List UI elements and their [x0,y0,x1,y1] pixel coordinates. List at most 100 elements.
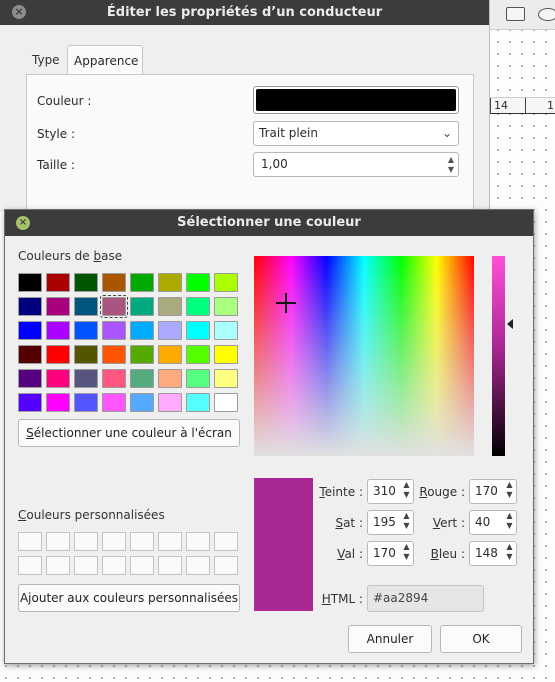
basic-color-swatch[interactable] [102,273,126,292]
style-select[interactable]: Trait plein ⌄ [253,121,459,146]
basic-color-swatch[interactable] [74,297,98,316]
spin-arrows-icon[interactable]: ▲ ▼ [400,542,413,565]
luminance-slider[interactable] [492,256,505,456]
basic-color-swatch[interactable] [158,393,182,412]
tab-type[interactable]: Type [26,45,66,75]
basic-color-swatch[interactable] [46,321,70,340]
basic-color-swatch[interactable] [46,369,70,388]
basic-color-swatch[interactable] [214,369,238,388]
basic-color-swatch[interactable] [130,273,154,292]
basic-color-swatch[interactable] [18,297,42,316]
ellipse-tool-icon[interactable] [538,8,555,21]
tab-appearance[interactable]: Apparence [67,45,143,75]
spin-arrows-icon[interactable]: ▲ ▼ [400,511,413,534]
basic-color-swatch[interactable] [158,273,182,292]
decrement-arrow-icon[interactable]: ▼ [448,166,454,174]
custom-color-swatch[interactable] [102,556,126,575]
blue-spinbox[interactable]: 148 ▲ ▼ [469,541,517,566]
saturation-spinbox[interactable]: 195 ▲ ▼ [367,510,414,535]
html-color-input[interactable]: #aa2894 [367,585,484,612]
custom-color-swatch[interactable] [102,532,126,551]
basic-color-swatch[interactable] [186,321,210,340]
ok-button[interactable]: OK [440,625,522,653]
custom-color-swatch[interactable] [74,532,98,551]
custom-color-swatch[interactable] [186,532,210,551]
basic-color-swatch[interactable] [130,369,154,388]
spin-arrows-icon[interactable]: ▲ ▼ [503,480,516,503]
basic-color-swatch[interactable] [186,393,210,412]
basic-color-swatch[interactable] [130,393,154,412]
custom-color-swatch[interactable] [186,556,210,575]
basic-color-swatch[interactable] [214,297,238,316]
custom-color-swatch[interactable] [46,532,70,551]
basic-color-swatch[interactable] [158,297,182,316]
custom-color-swatch[interactable] [158,532,182,551]
pick-screen-color-button[interactable]: Sélectionner une couleur à l'écran [18,419,240,447]
basic-color-swatch[interactable] [214,393,238,412]
close-icon[interactable]: × [16,216,30,230]
size-spinbox[interactable]: 1,00 ▲ ▼ [253,152,459,177]
increment-arrow-icon[interactable]: ▲ [448,156,454,164]
add-custom-color-button[interactable]: Ajouter aux couleurs personnalisées [18,584,240,612]
basic-color-swatch[interactable] [130,297,154,316]
custom-color-swatch[interactable] [158,556,182,575]
basic-color-swatch[interactable] [158,321,182,340]
basic-color-swatch[interactable] [158,369,182,388]
basic-color-swatch[interactable] [158,345,182,364]
custom-color-swatch[interactable] [214,556,238,575]
basic-color-swatch[interactable] [130,345,154,364]
value-spinbox[interactable]: 170 ▲ ▼ [367,541,414,566]
basic-color-swatch[interactable] [18,273,42,292]
ruler: 14 1 [490,97,555,114]
basic-color-swatch[interactable] [186,345,210,364]
basic-color-swatch[interactable] [74,273,98,292]
custom-color-swatch[interactable] [130,532,154,551]
basic-color-swatch[interactable] [46,297,70,316]
basic-color-swatch[interactable] [186,369,210,388]
custom-color-swatch[interactable] [18,556,42,575]
color-label: Couleur : [37,94,92,108]
green-spinbox[interactable]: 40 ▲ ▼ [469,510,517,535]
custom-color-swatch[interactable] [130,556,154,575]
cancel-button[interactable]: Annuler [348,625,432,653]
custom-color-swatch[interactable] [214,532,238,551]
basic-color-swatch[interactable] [18,393,42,412]
basic-color-swatch[interactable] [18,321,42,340]
hue-spinbox[interactable]: 310 ▲ ▼ [367,479,414,504]
basic-color-swatch[interactable] [102,345,126,364]
basic-color-swatch[interactable] [102,321,126,340]
basic-color-swatch[interactable] [186,273,210,292]
basic-color-swatch[interactable] [74,369,98,388]
basic-color-swatch[interactable] [102,393,126,412]
basic-color-swatch[interactable] [102,369,126,388]
basic-color-swatch[interactable] [214,345,238,364]
basic-color-swatch[interactable] [46,345,70,364]
dialog-title: Éditer les propriétés d’un conducteur [106,5,383,20]
basic-color-swatch[interactable] [100,295,128,318]
appearance-panel: Couleur : Style : Trait plein ⌄ Taille :… [26,74,474,214]
basic-color-swatch[interactable] [74,345,98,364]
spin-arrows-icon[interactable]: ▲ ▼ [503,542,516,565]
red-spinbox[interactable]: 170 ▲ ▼ [469,479,517,504]
custom-color-swatch[interactable] [46,556,70,575]
custom-color-swatch[interactable] [74,556,98,575]
basic-color-swatch[interactable] [74,321,98,340]
basic-color-swatch[interactable] [18,369,42,388]
color-button[interactable] [253,86,459,114]
basic-color-swatch[interactable] [18,345,42,364]
spin-arrows-icon[interactable]: ▲ ▼ [503,511,516,534]
basic-color-swatch[interactable] [46,273,70,292]
basic-color-swatch[interactable] [186,297,210,316]
basic-color-swatch[interactable] [214,321,238,340]
basic-color-swatch[interactable] [74,393,98,412]
slider-marker-icon[interactable] [507,319,513,329]
basic-color-swatch[interactable] [130,321,154,340]
basic-color-swatch[interactable] [214,273,238,292]
hue-saturation-spectrum[interactable] [254,256,474,456]
custom-color-swatch[interactable] [18,532,42,551]
rectangle-tool-icon[interactable] [506,7,525,21]
crosshair-icon[interactable] [276,293,296,313]
close-icon[interactable]: × [12,5,26,19]
spin-arrows-icon[interactable]: ▲ ▼ [400,480,413,503]
basic-color-swatch[interactable] [46,393,70,412]
